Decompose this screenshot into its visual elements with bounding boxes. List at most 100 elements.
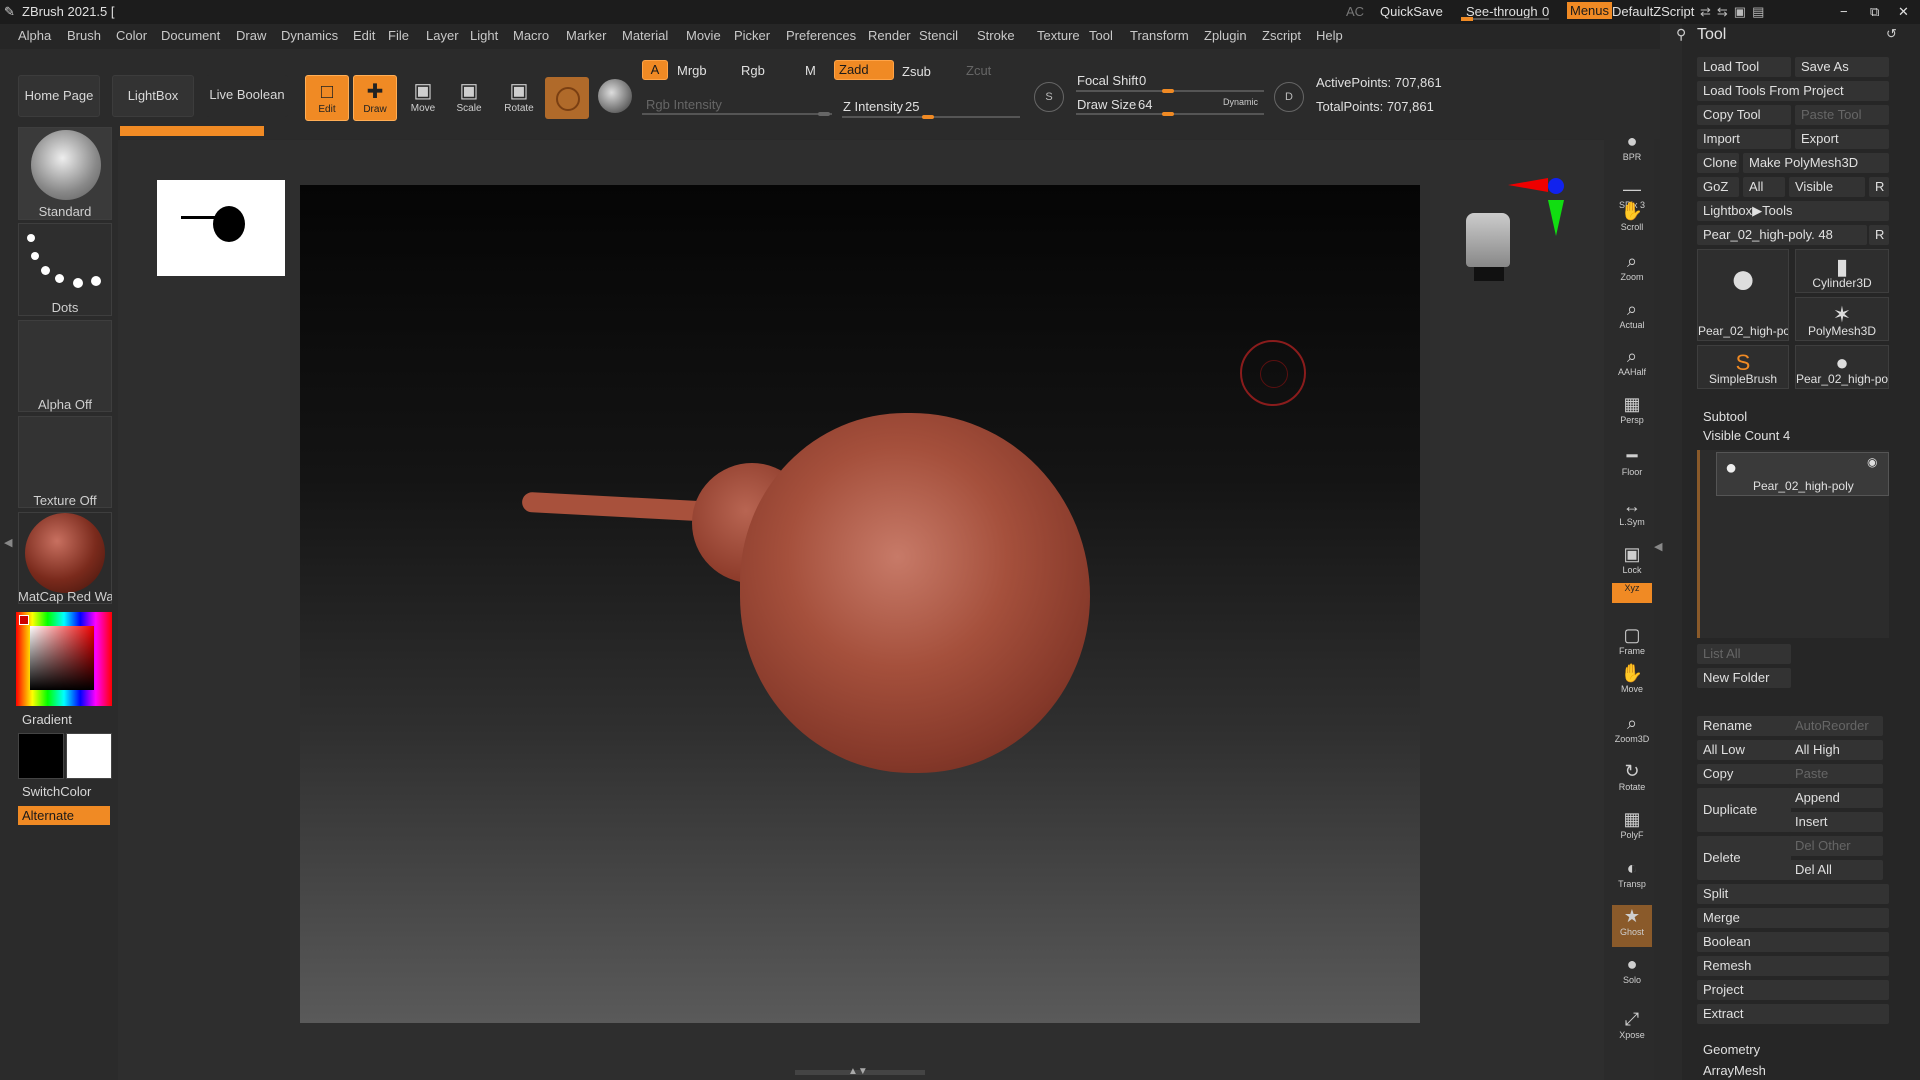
current-tool-slider[interactable]: Pear_02_high-poly. 48 <box>1697 225 1867 245</box>
shelf-zoom-button[interactable]: ⌕ Zoom <box>1612 250 1652 292</box>
shelf-xyz-button[interactable]: Xyz <box>1612 583 1652 603</box>
remesh-button[interactable]: Remesh <box>1697 956 1889 976</box>
clone-button[interactable]: Clone <box>1697 153 1739 173</box>
shelf-l-sym-button[interactable]: ↔ L.Sym <box>1612 495 1652 537</box>
geometry-section[interactable]: Geometry <box>1697 1040 1889 1060</box>
tool-palette-reset-icon[interactable]: ↺ <box>1886 26 1897 42</box>
load-tools-from-project-button[interactable]: Load Tools From Project <box>1697 81 1889 101</box>
paste-button[interactable]: Paste <box>1789 764 1883 784</box>
shelf-lock-button[interactable]: ▣ Lock <box>1612 543 1652 585</box>
minimize-icon[interactable]: − <box>1840 4 1848 19</box>
shelf-actual-button[interactable]: ⌕ Actual <box>1612 298 1652 340</box>
lazy-mouse-s-icon[interactable]: S <box>1034 82 1064 112</box>
draw-mode-button[interactable]: ✚ Draw <box>353 75 397 121</box>
color-square[interactable] <box>30 626 94 690</box>
navigator-thumbnail[interactable] <box>157 180 285 276</box>
append-button[interactable]: Append <box>1789 788 1883 808</box>
bottom-tray-toggle-icon[interactable]: ▲▼ <box>848 1066 868 1077</box>
see-through-slider[interactable] <box>1461 18 1549 20</box>
right-tray-collapse-icon[interactable]: ◀ <box>1654 540 1662 553</box>
secondary-color-swatch[interactable] <box>66 733 112 779</box>
alternate-button[interactable]: Alternate <box>18 806 110 825</box>
current-tool-r-button[interactable]: R <box>1869 225 1889 245</box>
m-toggle[interactable]: M <box>805 63 816 78</box>
shelf-bpr-button[interactable]: ● BPR <box>1612 130 1652 172</box>
menu-picker[interactable]: Picker <box>734 28 770 43</box>
brush-sphere-icon[interactable] <box>598 79 632 113</box>
goz-button[interactable]: GoZ <box>1697 177 1739 197</box>
menu-light[interactable]: Light <box>470 28 498 43</box>
menu-alpha[interactable]: Alpha <box>18 28 51 43</box>
menu-macro[interactable]: Macro <box>513 28 549 43</box>
menu-material[interactable]: Material <box>622 28 668 43</box>
menu-edit[interactable]: Edit <box>353 28 375 43</box>
tool-palette-title[interactable]: Tool <box>1697 26 1726 44</box>
shelf-rotate-button[interactable]: ↻ Rotate <box>1612 760 1652 802</box>
edit-mode-button[interactable]: □ Edit <box>305 75 349 121</box>
window-control-icons[interactable]: ⇄⇆▣▤ <box>1700 4 1770 20</box>
menu-tool[interactable]: Tool <box>1089 28 1113 43</box>
rgb-toggle[interactable]: Rgb <box>741 63 765 78</box>
tool-thumb-1[interactable]: ▮ Cylinder3D <box>1795 249 1889 293</box>
a-toggle[interactable]: A <box>642 60 668 80</box>
material-swatch-button[interactable] <box>545 77 589 119</box>
home-page-button[interactable]: Home Page <box>18 75 100 117</box>
menu-transform[interactable]: Transform <box>1130 28 1189 43</box>
menu-stroke[interactable]: Stroke <box>977 28 1015 43</box>
subtool-visibility-eye-icon[interactable]: ◉ <box>1867 455 1877 469</box>
paste-tool-button[interactable]: Paste Tool <box>1795 105 1889 125</box>
copy-button[interactable]: Copy <box>1697 764 1791 784</box>
tool-thumb-2[interactable]: ✶ PolyMesh3D <box>1795 297 1889 341</box>
shelf-polyf-button[interactable]: ▦ PolyF <box>1612 808 1652 850</box>
quicksave-button[interactable]: QuickSave <box>1380 4 1443 19</box>
save-as-button[interactable]: Save As <box>1795 57 1889 77</box>
live-boolean-button[interactable]: Live Boolean <box>206 75 288 117</box>
color-picker[interactable] <box>16 612 112 706</box>
menu-file[interactable]: File <box>388 28 409 43</box>
menu-layer[interactable]: Layer <box>426 28 459 43</box>
extract-button[interactable]: Extract <box>1697 1004 1889 1024</box>
focal-shift-knob[interactable] <box>1162 89 1174 93</box>
menu-draw[interactable]: Draw <box>236 28 266 43</box>
new-folder-button[interactable]: New Folder <box>1697 668 1791 688</box>
close-icon[interactable]: ✕ <box>1898 4 1909 20</box>
visible-button[interactable]: Visible <box>1789 177 1865 197</box>
zsub-toggle[interactable]: Zsub <box>902 64 931 79</box>
make-polymesh-button[interactable]: Make PolyMesh3D <box>1743 153 1889 173</box>
zcut-toggle[interactable]: Zcut <box>966 63 991 78</box>
shelf-aahalf-button[interactable]: ⌕ AAHalf <box>1612 345 1652 387</box>
default-zscript[interactable]: DefaultZScript <box>1612 4 1694 19</box>
shelf-floor-button[interactable]: ━ Floor <box>1612 445 1652 487</box>
gradient-label[interactable]: Gradient <box>22 712 72 727</box>
menu-dynamics[interactable]: Dynamics <box>281 28 338 43</box>
copy-tool-button[interactable]: Copy Tool <box>1697 105 1791 125</box>
menu-stencil[interactable]: Stencil <box>919 28 958 43</box>
load-tool-button[interactable]: Load Tool <box>1697 57 1791 77</box>
tool-thumb-3[interactable]: S SimpleBrush <box>1697 345 1789 389</box>
ac-label[interactable]: AC <box>1346 4 1364 19</box>
menu-brush[interactable]: Brush <box>67 28 101 43</box>
visible-count-slider[interactable]: Visible Count 4 <box>1697 426 1889 446</box>
rename-button[interactable]: Rename <box>1697 716 1791 736</box>
subtool-item[interactable]: ● Pear_02_high-poly ◉ <box>1716 452 1889 496</box>
autoreorder-button[interactable]: AutoReorder <box>1789 716 1883 736</box>
canvas-viewport[interactable] <box>300 185 1420 1023</box>
z-intensity-knob[interactable] <box>922 115 934 119</box>
shelf-persp-button[interactable]: ▦ Persp <box>1612 393 1652 435</box>
import-button[interactable]: Import <box>1697 129 1791 149</box>
rgb-intensity-slider[interactable] <box>642 113 832 115</box>
lightbox-button[interactable]: LightBox <box>112 75 194 117</box>
menus-toggle[interactable]: Menus <box>1567 2 1613 19</box>
shelf-scroll-button[interactable]: ✋ Scroll <box>1612 200 1652 242</box>
menu-render[interactable]: Render <box>868 28 911 43</box>
switch-color-button[interactable]: SwitchColor <box>22 784 91 799</box>
tool-pin-icon[interactable]: ⚲ <box>1676 26 1686 43</box>
shelf-move-button[interactable]: ✋ Move <box>1612 662 1652 704</box>
see-through-label[interactable]: See-through <box>1466 4 1538 19</box>
boolean-button[interactable]: Boolean <box>1697 932 1889 952</box>
del-other-button[interactable]: Del Other <box>1789 836 1883 856</box>
merge-button[interactable]: Merge <box>1697 908 1889 928</box>
shelf-frame-button[interactable]: ▢ Frame <box>1612 624 1652 666</box>
main-color-swatch[interactable] <box>18 733 64 779</box>
all-button[interactable]: All <box>1743 177 1785 197</box>
